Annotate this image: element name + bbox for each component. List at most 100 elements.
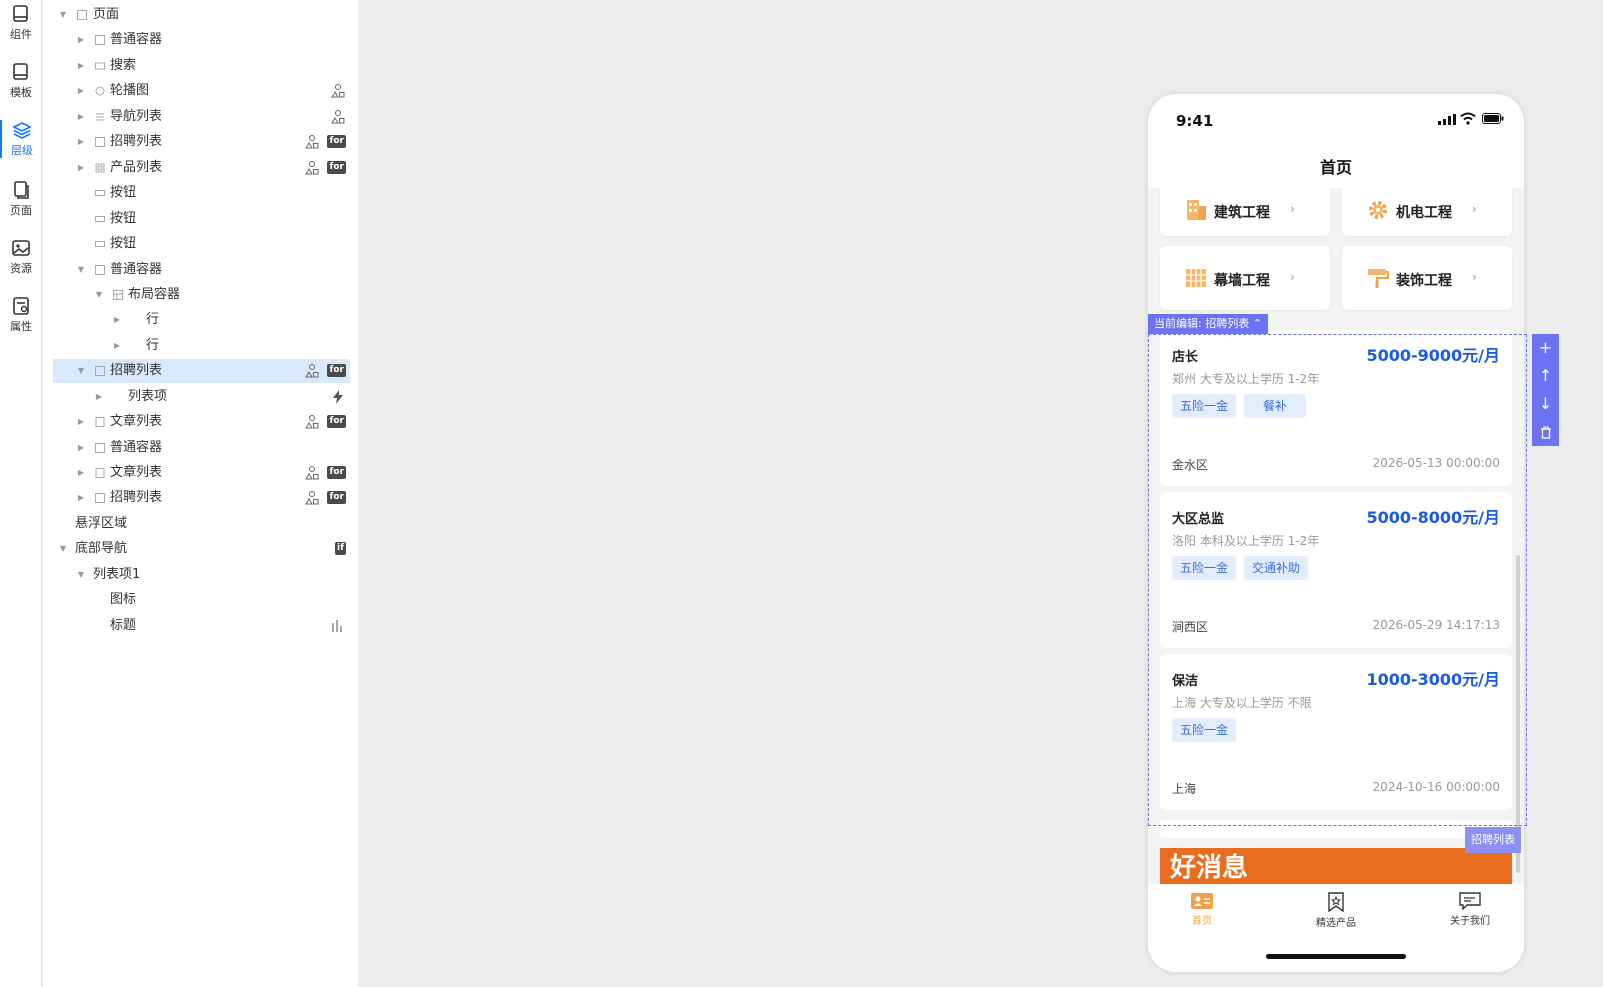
caret-right-icon[interactable]: ▶ — [112, 334, 122, 358]
job-date: 2026-05-29 14:17:13 — [1372, 618, 1500, 632]
sidebar-item-pages[interactable]: 页面 — [0, 180, 42, 218]
tree-node-layout-container[interactable]: ▼ 布局容器 — [53, 283, 350, 307]
caret-right-icon[interactable]: ▶ — [112, 308, 122, 332]
caret-down-icon[interactable]: ▼ — [58, 537, 68, 561]
chevron-right-icon: › — [1290, 270, 1295, 284]
caret-right-icon[interactable]: ▶ — [76, 436, 86, 460]
shapes-icon[interactable] — [304, 160, 320, 176]
lightning-icon[interactable] — [330, 389, 346, 405]
tree-node-job-list[interactable]: ▶ 招聘列表 for — [53, 130, 350, 154]
tree-node-page[interactable]: ▼ 页面 — [53, 3, 350, 27]
for-badge[interactable]: for — [327, 135, 346, 148]
caret-down-icon[interactable]: ▼ — [76, 258, 86, 282]
shapes-icon[interactable] — [304, 465, 320, 481]
move-down-icon[interactable]: ↓ — [1532, 390, 1559, 418]
tab-label: 首页 — [1192, 916, 1212, 927]
current-edit-tag[interactable]: 当前编辑: 招聘列表 ⌃ — [1148, 314, 1268, 334]
caret-right-icon[interactable]: ▶ — [76, 28, 86, 52]
delete-icon[interactable] — [1532, 418, 1559, 446]
tree-node-button[interactable]: 按钮 — [53, 232, 350, 256]
job-card[interactable]: 大区总监 5000-8000元/月 洛阳 本科及以上学历 1-2年 五险一金 交通… — [1160, 492, 1512, 648]
search-box-icon — [95, 62, 105, 70]
promo-banner[interactable]: 好消息 — [1160, 848, 1512, 888]
caret-right-icon[interactable]: ▶ — [76, 486, 86, 510]
shapes-icon[interactable] — [330, 109, 346, 125]
caret-down-icon[interactable]: ▼ — [58, 3, 68, 27]
layer-tree-panel: ▼ 页面 ▶ 普通容器 ▶ 搜索 ▶ 轮播图 ▶ 导航列表 ▶ 招聘列表 for ▶ 产品列表… — [43, 0, 358, 987]
caret-right-icon[interactable]: ▶ — [76, 79, 86, 103]
sidebar-item-properties[interactable]: 属性 — [0, 296, 42, 334]
caret-right-icon[interactable]: ▶ — [76, 105, 86, 129]
caret-down-icon[interactable]: ▼ — [94, 283, 104, 307]
tree-node-article-list[interactable]: ▶ 文章列表 for — [53, 410, 350, 434]
bar-chart-icon[interactable] — [330, 618, 346, 634]
category-card[interactable]: 建筑工程 › — [1160, 188, 1330, 236]
caret-right-icon[interactable]: ▶ — [94, 385, 104, 409]
tree-node-floating-area[interactable]: 悬浮区域 — [53, 512, 350, 536]
tree-node-button[interactable]: 按钮 — [53, 181, 350, 205]
tree-node-label: 行 — [146, 338, 160, 353]
shapes-icon[interactable] — [304, 363, 320, 379]
tree-node-job-list[interactable]: ▶ 招聘列表 for — [53, 486, 350, 510]
for-badge[interactable]: for — [327, 161, 346, 174]
category-card[interactable]: 机电工程 › — [1342, 188, 1512, 236]
tree-node-list-item[interactable]: ▶ 列表项 — [53, 385, 350, 409]
caret-right-icon[interactable]: ▶ — [76, 130, 86, 154]
tree-node-product-list[interactable]: ▶ 产品列表 for — [53, 156, 350, 180]
caret-right-icon[interactable]: ▶ — [76, 156, 86, 180]
if-badge[interactable]: if — [334, 542, 346, 555]
move-up-icon[interactable]: ↑ — [1532, 362, 1559, 390]
tree-node-container[interactable]: ▼ 普通容器 — [53, 258, 350, 282]
for-badge[interactable]: for — [327, 364, 346, 377]
shapes-icon[interactable] — [330, 83, 346, 99]
caret-right-icon[interactable]: ▶ — [76, 54, 86, 78]
tree-node-bottom-nav[interactable]: ▼ 底部导航 if — [53, 537, 350, 561]
components-icon — [13, 5, 28, 22]
tree-node-list-item1[interactable]: ▼ 列表项1 — [53, 563, 350, 587]
shapes-icon[interactable] — [304, 134, 320, 150]
add-icon[interactable]: + — [1532, 334, 1559, 362]
tab-about-us[interactable]: 关于我们 — [1430, 892, 1510, 927]
home-card-icon — [1191, 893, 1213, 909]
tree-node-job-list-selected[interactable]: ▼ 招聘列表 for — [53, 359, 350, 383]
sidebar-item-components[interactable]: 组件 — [0, 4, 42, 42]
tree-node-icon[interactable]: 图标 — [53, 588, 350, 612]
caret-down-icon[interactable]: ▼ — [76, 563, 86, 587]
caret-down-icon[interactable]: ▼ — [76, 359, 86, 383]
tree-node-button[interactable]: 按钮 — [53, 207, 350, 231]
tree-node-label: 按钮 — [110, 185, 137, 200]
tree-node-search[interactable]: ▶ 搜索 — [53, 54, 350, 78]
for-badge[interactable]: for — [327, 491, 346, 504]
square-icon — [95, 35, 105, 45]
job-district: 上海 — [1172, 782, 1197, 796]
job-card[interactable]: 保洁 1000-3000元/月 上海 大专及以上学历 不限 五险一金 上海 20… — [1160, 654, 1512, 810]
tree-node-title[interactable]: 标题 — [53, 614, 350, 638]
shapes-icon[interactable] — [304, 490, 320, 506]
job-card[interactable]: 店长 5000-9000元/月 郑州 大专及以上学历 1-2年 五险一金 餐补 金… — [1160, 330, 1512, 486]
sidebar-item-label: 属性 — [10, 320, 32, 333]
tree-node-container[interactable]: ▶ 普通容器 — [53, 28, 350, 52]
tree-node-row[interactable]: ▶ 行 — [53, 334, 350, 358]
sidebar-item-resources[interactable]: 资源 — [0, 238, 42, 276]
button-icon — [95, 241, 105, 247]
tree-node-article-list[interactable]: ▶ 文章列表 for — [53, 461, 350, 485]
sidebar-item-template[interactable]: 模板 — [0, 62, 42, 100]
caret-right-icon[interactable]: ▶ — [76, 410, 86, 434]
phone-scrollbar[interactable] — [1516, 555, 1520, 873]
tree-node-container[interactable]: ▶ 普通容器 — [53, 436, 350, 460]
for-badge[interactable]: for — [327, 415, 346, 428]
job-tags: 五险一金 餐补 — [1172, 394, 1314, 418]
for-badge[interactable]: for — [327, 466, 346, 479]
caret-right-icon[interactable]: ▶ — [76, 461, 86, 485]
tree-node-nav-list[interactable]: ▶ 导航列表 — [53, 105, 350, 129]
category-card[interactable]: 幕墙工程 › — [1160, 246, 1330, 310]
tab-label: 精选产品 — [1316, 918, 1356, 929]
shapes-icon[interactable] — [304, 414, 320, 430]
tree-node-carousel[interactable]: ▶ 轮播图 — [53, 79, 350, 103]
tree-node-label: 普通容器 — [110, 262, 163, 277]
tree-node-row[interactable]: ▶ 行 — [53, 308, 350, 332]
sidebar-item-layers[interactable]: 层级 — [0, 120, 42, 158]
tab-featured-products[interactable]: 精选产品 — [1296, 892, 1376, 929]
category-card[interactable]: 装饰工程 › — [1342, 246, 1512, 310]
tab-home[interactable]: 首页 — [1162, 892, 1242, 927]
